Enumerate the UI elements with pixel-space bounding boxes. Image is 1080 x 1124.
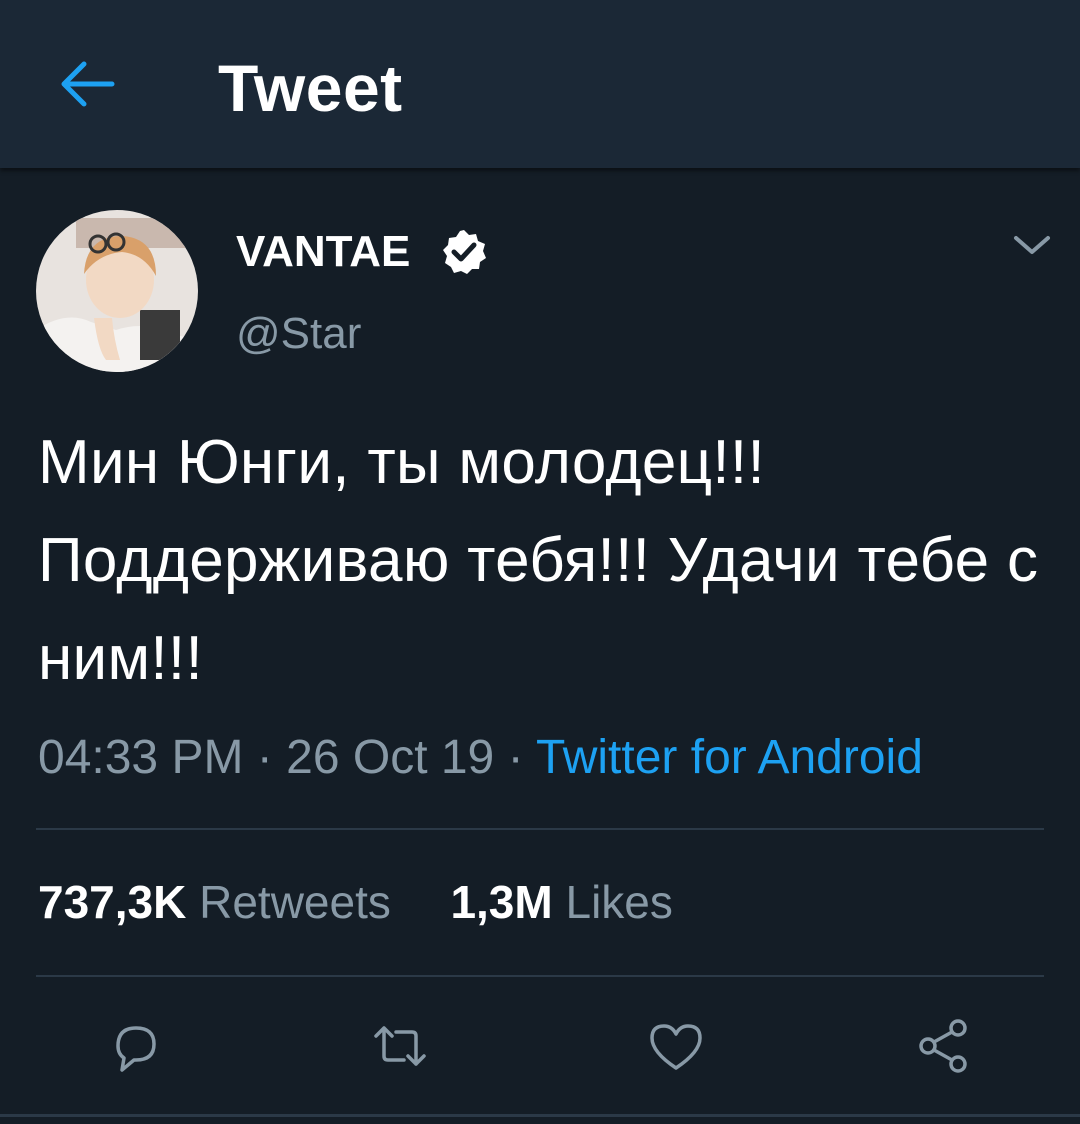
tweet-stats: 737,3K Retweets 1,3M Likes [38,874,673,930]
author-display-name[interactable]: VANTAE [236,226,410,278]
divider [36,975,1044,977]
tweet-source-link[interactable]: Twitter for Android [536,731,923,784]
retweet-icon[interactable] [368,1014,432,1078]
retweets-stat[interactable]: 737,3K Retweets [38,874,391,930]
verified-badge-icon [443,230,486,274]
separator-dot: · [256,731,273,784]
share-icon[interactable] [912,1014,976,1078]
back-button[interactable] [56,58,116,110]
divider [36,828,1044,830]
tweet-actions [0,1014,1080,1074]
avatar[interactable] [36,210,198,372]
arrow-left-icon [61,61,115,107]
separator-dot: · [507,731,524,784]
tweet-metadata: 04:33 PM · 26 Oct 19 · Twitter for Andro… [38,730,923,786]
tweet-time: 04:33 PM [38,731,244,784]
page-title: Tweet [218,51,403,125]
likes-count: 1,3M [450,876,553,928]
retweets-label: Retweets [199,876,391,928]
tweet-date: 26 Oct 19 [286,731,495,784]
retweets-count: 737,3K [38,876,187,928]
top-app-bar: Tweet [0,0,1080,168]
user-avatar-icon [36,210,198,372]
likes-stat[interactable]: 1,3M Likes [450,874,672,930]
author-handle[interactable]: @Star [236,308,361,360]
likes-label: Likes [565,876,673,928]
like-icon[interactable] [644,1014,708,1078]
chevron-down-icon[interactable] [1010,230,1054,260]
reply-icon[interactable] [104,1014,168,1078]
tweet-detail: VANTAE @Star Мин Юнги, ты молодец!!! Под… [0,168,1080,1124]
tweet-text: Мин Юнги, ты молодец!!! Поддерживаю тебя… [38,428,1039,693]
divider [0,1114,1080,1117]
